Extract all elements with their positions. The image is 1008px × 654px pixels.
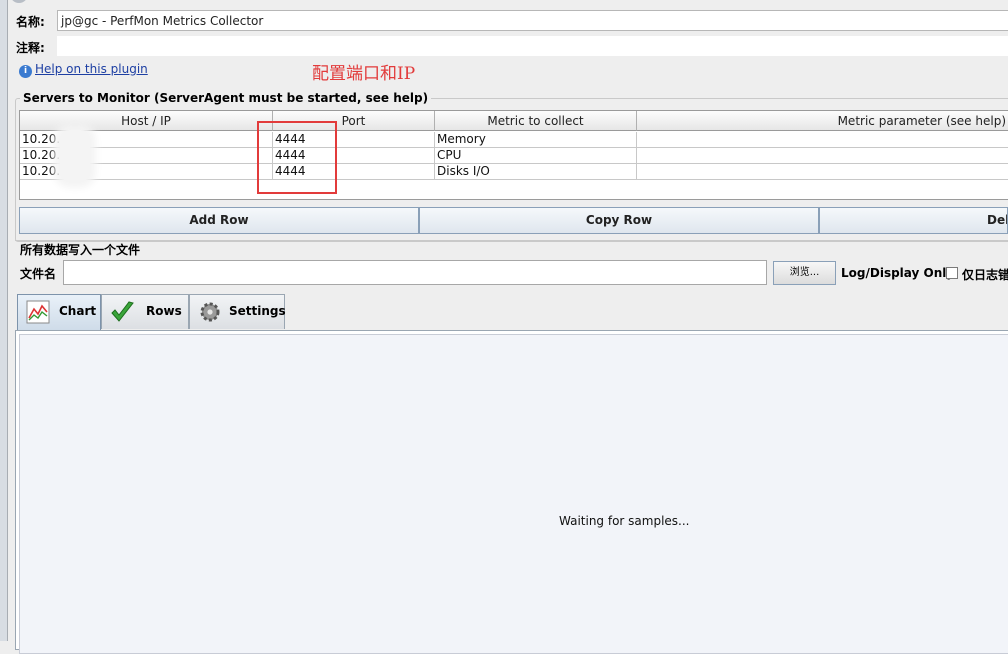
file-section-divider [15, 240, 1008, 241]
column-header-metric[interactable]: Metric to collect [435, 111, 637, 131]
tab-chart[interactable]: Chart [17, 294, 101, 330]
left-window-edge [0, 0, 8, 641]
errors-only-checkbox[interactable] [946, 267, 958, 279]
tab-rows-label: Rows [146, 304, 182, 318]
file-section-title: 所有数据写入一个文件 [20, 243, 141, 257]
help-link[interactable]: Help on this plugin [35, 62, 148, 76]
cell-param[interactable] [637, 148, 1008, 164]
filename-input[interactable] [63, 260, 767, 285]
table-row[interactable]: 10.20.4 4444 Disks I/O [20, 164, 1008, 180]
checkmark-icon [111, 301, 134, 322]
copy-row-button[interactable]: Copy Row [419, 207, 819, 234]
delete-row-button[interactable]: Dele [819, 207, 1008, 234]
column-header-host[interactable]: Host / IP [20, 111, 273, 131]
name-label: 名称: [16, 15, 45, 29]
cell-host[interactable]: 10.20.4 [20, 164, 273, 180]
tab-rows[interactable]: Rows [101, 294, 189, 329]
add-row-button[interactable]: Add Row [19, 207, 419, 234]
table-header: Host / IP Port Metric to collect Metric … [20, 111, 1008, 131]
table-row[interactable]: 10.20.4 4444 Memory [20, 132, 1008, 148]
name-field[interactable]: jp@gc - PerfMon Metrics Collector [57, 10, 1008, 31]
cell-param[interactable] [637, 164, 1008, 180]
annotation-highlight-box [257, 121, 337, 194]
redacted-ip-blur [60, 130, 90, 182]
column-header-param[interactable]: Metric parameter (see help) [637, 111, 1008, 131]
annotation-text: 配置端口和IP [312, 64, 416, 84]
cell-metric[interactable]: Memory [435, 132, 637, 148]
comment-label: 注释: [16, 41, 45, 55]
cell-metric[interactable]: Disks I/O [435, 164, 637, 180]
browse-button[interactable]: 浏览... [773, 261, 836, 285]
gear-icon [200, 302, 220, 322]
tab-chart-label: Chart [59, 304, 97, 318]
errors-only-label: 仅日志错 [962, 268, 1008, 282]
servers-group-title: Servers to Monitor (ServerAgent must be … [20, 91, 432, 105]
cell-host[interactable]: 10.20.4 [20, 148, 273, 164]
chart-status-text: Waiting for samples... [559, 514, 690, 528]
info-icon: i [19, 65, 32, 78]
tab-settings[interactable]: Settings [189, 294, 286, 329]
chart-area [19, 334, 1008, 654]
window-top-handle [10, 0, 28, 3]
servers-table: Host / IP Port Metric to collect Metric … [19, 110, 1008, 200]
table-row[interactable]: 10.20.4 4444 CPU [20, 148, 1008, 164]
chart-icon [26, 300, 50, 324]
cell-param[interactable] [637, 132, 1008, 148]
log-display-only-label: Log/Display Only: [841, 266, 959, 280]
filename-label: 文件名 [20, 267, 57, 281]
tab-settings-label: Settings [229, 304, 286, 318]
cell-host[interactable]: 10.20.4 [20, 132, 273, 148]
cell-metric[interactable]: CPU [435, 148, 637, 164]
comment-field[interactable] [57, 36, 1008, 56]
